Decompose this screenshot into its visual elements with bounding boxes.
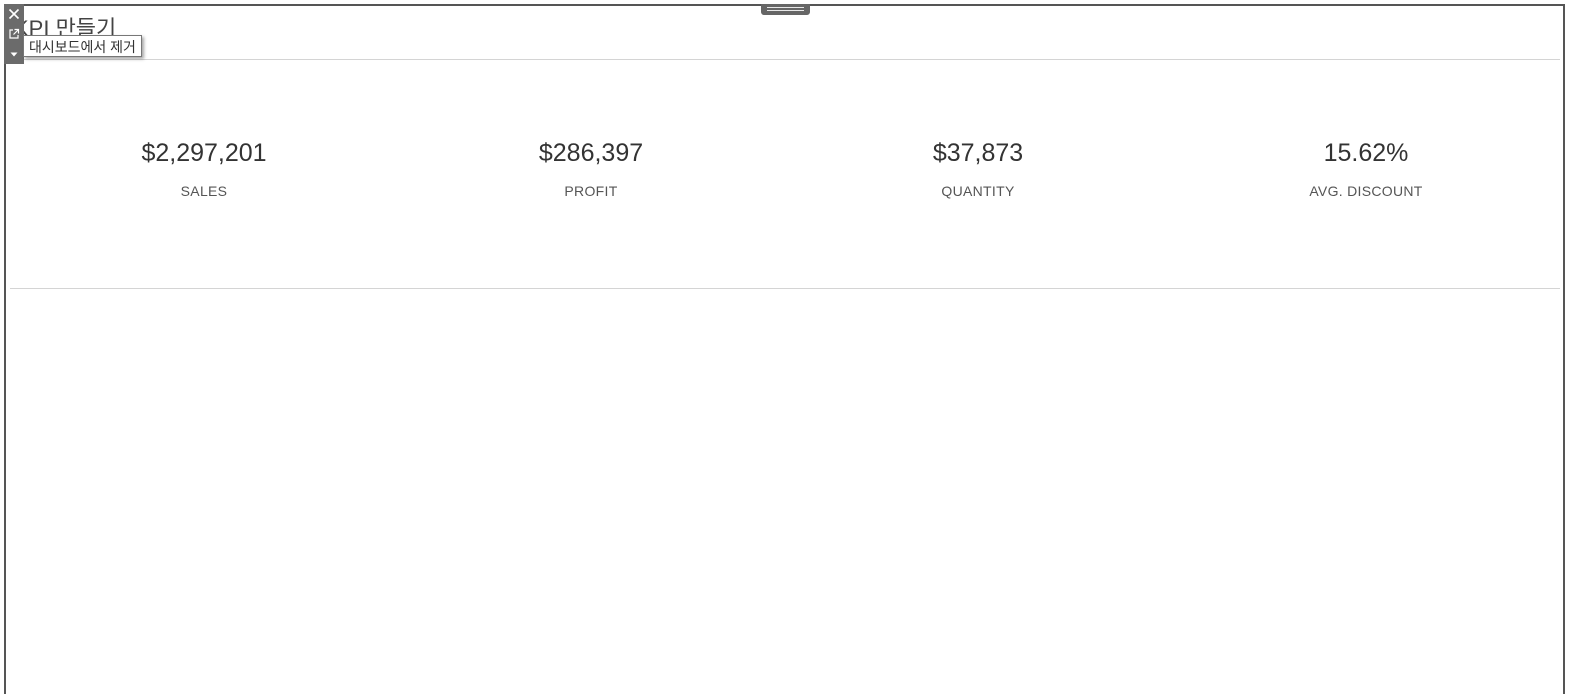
title-divider bbox=[10, 59, 1560, 60]
drag-handle-line bbox=[767, 10, 804, 11]
kpi-value: 15.62% bbox=[1323, 139, 1409, 167]
kpi-value: $37,873 bbox=[932, 139, 1024, 167]
drag-handle[interactable] bbox=[761, 4, 810, 15]
remove-from-dashboard-tooltip: 대시보드에서 제거 bbox=[23, 35, 142, 57]
kpi-value: $2,297,201 bbox=[141, 139, 267, 167]
external-link-icon[interactable] bbox=[4, 24, 24, 44]
kpi-avg-discount: 15.62% AVG. DISCOUNT bbox=[1216, 136, 1516, 200]
object-toolbar bbox=[4, 4, 24, 64]
kpi-divider bbox=[10, 288, 1560, 289]
kpi-label: AVG. DISCOUNT bbox=[1309, 183, 1423, 199]
caret-down-icon[interactable] bbox=[4, 44, 24, 64]
kpi-label: PROFIT bbox=[564, 183, 618, 199]
dashboard-frame bbox=[4, 4, 1565, 694]
drag-handle-line bbox=[767, 7, 804, 8]
kpi-sales: $2,297,201 SALES bbox=[54, 136, 354, 200]
close-icon[interactable] bbox=[4, 4, 24, 24]
kpi-quantity: $37,873 QUANTITY bbox=[828, 136, 1128, 200]
kpi-value: $286,397 bbox=[538, 139, 644, 167]
kpi-profit: $286,397 PROFIT bbox=[441, 136, 741, 200]
kpi-label: QUANTITY bbox=[941, 183, 1015, 199]
kpi-label: SALES bbox=[180, 183, 228, 199]
